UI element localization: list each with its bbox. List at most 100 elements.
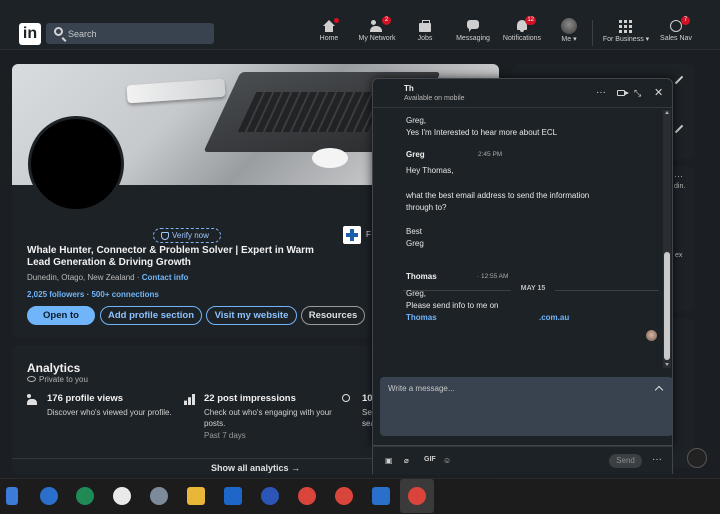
stat-title: 22 post impressions	[204, 393, 296, 404]
scroll-down-arrow[interactable]	[665, 363, 669, 366]
contact-info-link[interactable]: Contact info	[142, 273, 189, 282]
resources-button[interactable]: Resources	[301, 306, 365, 325]
stat-description: Discover who's viewed your profile.	[47, 408, 172, 417]
edit-icon[interactable]	[674, 124, 684, 134]
start-icon[interactable]	[6, 487, 18, 505]
connections-link[interactable]: · 500+ connections	[84, 290, 159, 299]
nav-messaging[interactable]: Messaging	[454, 20, 492, 48]
company-name[interactable]: F	[366, 230, 371, 239]
nav-label: Home	[319, 35, 339, 42]
app-icon[interactable]	[76, 487, 94, 505]
message-time: · 12:55 AM	[477, 273, 509, 280]
attachment-icon[interactable]: ⌀	[404, 456, 409, 465]
nav-jobs[interactable]: Jobs	[414, 20, 436, 48]
edit-icon[interactable]	[674, 75, 684, 85]
message-sender[interactable]: Greg	[406, 150, 425, 159]
nav-for-business[interactable]: For Business ▾	[600, 20, 652, 48]
notification-badge: 2	[382, 16, 391, 25]
emoji-icon[interactable]: ☺	[443, 456, 451, 465]
search-icon	[342, 394, 350, 402]
notification-badge: 7	[681, 16, 690, 25]
chat-header[interactable]: Th Available on mobile ··· ⤡ ✕	[373, 79, 672, 108]
close-icon[interactable]: ✕	[654, 88, 663, 99]
stat-search-appearances[interactable]: 10 Se sea	[342, 393, 372, 429]
more-options-icon[interactable]: ···	[652, 454, 662, 465]
search-icon	[54, 27, 63, 36]
help-assistant-icon[interactable]	[687, 448, 707, 468]
message-line: what the best email address to send the …	[406, 191, 590, 200]
profile-photo[interactable]	[28, 116, 124, 212]
read-receipt-avatar	[646, 330, 657, 341]
verify-now-button[interactable]: Verify now	[153, 228, 221, 243]
app-icon[interactable]	[113, 487, 131, 505]
app-icon[interactable]	[150, 487, 168, 505]
message-sender[interactable]: Thomas	[406, 272, 437, 281]
send-button[interactable]: Send	[609, 454, 642, 468]
bell-icon: 12	[515, 16, 536, 32]
edge-icon[interactable]	[40, 487, 58, 505]
right-text: ex	[675, 252, 683, 259]
search-box[interactable]	[46, 23, 214, 44]
app-icon[interactable]	[224, 487, 242, 505]
stat-meta: Past 7 days	[204, 431, 246, 440]
nav-notifications[interactable]: 12 Notifications	[501, 16, 543, 48]
scroll-up-arrow[interactable]	[665, 111, 669, 114]
linkedin-logo[interactable]: in	[19, 23, 41, 45]
network-icon: 2	[370, 16, 391, 32]
message-scrollbar[interactable]	[663, 110, 671, 368]
compress-icon[interactable]: ⤡	[634, 88, 641, 98]
taskbar	[0, 478, 720, 514]
message-line: Greg,	[406, 289, 427, 298]
right-text: din.	[674, 183, 686, 190]
more-options-icon[interactable]: ···	[596, 88, 606, 98]
nav-sales-nav[interactable]: 7 Sales Nav	[659, 16, 693, 48]
location-text: Dunedin, Otago, New Zealand ·	[27, 273, 142, 282]
message-list[interactable]: Greg, Yes I'm Interested to hear more ab…	[373, 108, 672, 372]
chrome-icon	[408, 487, 426, 505]
app-icon[interactable]	[372, 487, 390, 505]
company-logo[interactable]	[343, 226, 361, 244]
home-icon	[322, 18, 339, 32]
stat-post-impressions[interactable]: 22 post impressions Check out who's enga…	[184, 393, 334, 440]
messaging-icon	[466, 20, 480, 32]
profile-network: 2,025 followers · 500+ connections	[27, 290, 159, 299]
message-line: Hey Thomas,	[406, 166, 454, 175]
image-icon[interactable]: ▣	[385, 456, 393, 465]
notification-badge: 12	[525, 16, 536, 25]
open-to-button[interactable]: Open to	[27, 306, 95, 325]
nav-label: For Business ▾	[602, 36, 650, 43]
chrome-icon[interactable]	[298, 487, 316, 505]
chrome-icon[interactable]	[335, 487, 353, 505]
message-line: Best	[406, 227, 423, 236]
people-icon	[27, 394, 38, 405]
folder-icon[interactable]	[187, 487, 205, 505]
search-input[interactable]	[68, 25, 208, 42]
video-call-icon[interactable]	[617, 90, 629, 96]
nav-me[interactable]: Me ▾	[558, 18, 580, 48]
stat-title: 10	[362, 393, 372, 404]
visit-website-button[interactable]: Visit my website	[206, 306, 297, 325]
message-line: through to?	[406, 203, 447, 212]
more-icon[interactable]: ···	[674, 171, 683, 181]
analytics-title: Analytics	[27, 361, 81, 375]
nav-label: Sales Nav	[660, 35, 692, 42]
scroll-thumb[interactable]	[664, 252, 670, 360]
message-input[interactable]	[380, 377, 672, 436]
nav-home[interactable]: Home	[316, 18, 342, 48]
stat-profile-views[interactable]: 176 profile views Discover who's viewed …	[27, 393, 177, 418]
linkedin-window: in Home 2 My Network Jobs Messaging 12 N…	[0, 0, 720, 514]
profile-headline: Whale Hunter, Connector & Problem Solver…	[27, 245, 314, 268]
app-icon[interactable]	[261, 487, 279, 505]
nav-label: Messaging	[456, 35, 490, 42]
add-profile-section-button[interactable]: Add profile section	[100, 306, 202, 325]
email-link-domain[interactable]: .com.au	[539, 312, 569, 323]
gif-icon[interactable]: GIF	[424, 456, 436, 463]
compose-area	[380, 377, 672, 437]
followers-link[interactable]: 2,025 followers	[27, 290, 84, 299]
active-app[interactable]	[400, 479, 434, 513]
chat-contact-name[interactable]: Th	[404, 84, 414, 93]
nav-divider	[592, 20, 593, 46]
email-link[interactable]: Thomas	[406, 312, 437, 323]
nav-my-network[interactable]: 2 My Network	[356, 16, 398, 48]
message-line: Greg,	[406, 116, 427, 125]
